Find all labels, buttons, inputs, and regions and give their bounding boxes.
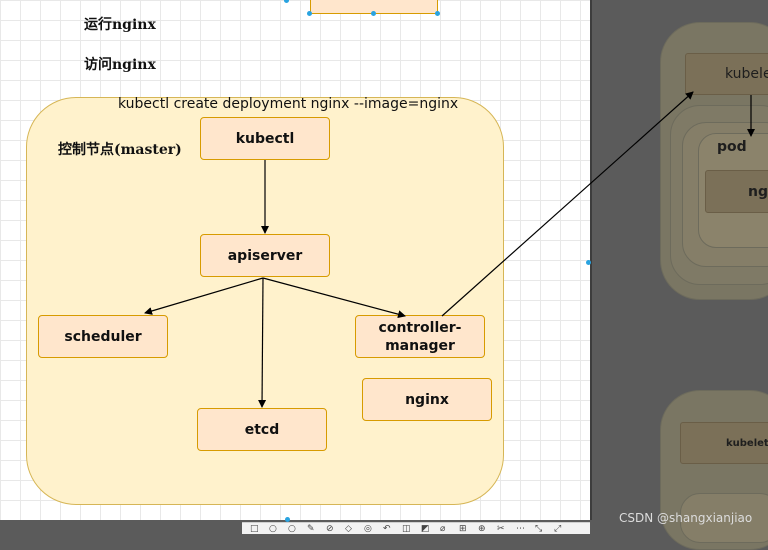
kubelet-node[interactable]: kubelet [685, 53, 768, 95]
kubectl-node-label: kubectl [235, 130, 295, 147]
command-text[interactable]: kubectl create deployment nginx --image=… [118, 96, 458, 112]
run-nginx-label[interactable]: 运行nginx [84, 14, 156, 34]
pod-label: pod [717, 139, 747, 155]
selection-handle[interactable] [371, 11, 376, 16]
selection-handle[interactable] [435, 11, 440, 16]
selection-handle[interactable] [307, 11, 312, 16]
diagram-toolbar: □ ○ ○ ✎ ⊘ ◇ ◎ ↶ ◫ ◩ ⌀ ⊞ ⊕ ✂ ⋯ ⤡ ⤢ [242, 522, 590, 534]
kubectl-node[interactable]: kubectl [200, 117, 330, 160]
kubelet-label-2: kubelet [726, 438, 768, 449]
diagram-canvas[interactable]: 运行nginx 访问nginx kubectl create deploymen… [0, 0, 592, 522]
visit-nginx-label[interactable]: 访问nginx [84, 54, 156, 74]
controller-manager-label-line2: manager [385, 337, 455, 354]
watermark: CSDN @shangxianjiao [619, 511, 753, 525]
controller-manager-node[interactable]: controller- manager [355, 315, 485, 358]
nginx-container-node[interactable]: ng [705, 170, 768, 213]
nginx-node-label: nginx [405, 391, 449, 408]
kubelet-node-2[interactable]: kubelet [680, 422, 768, 464]
apiserver-node-label: apiserver [227, 247, 303, 264]
controller-manager-label-line1: controller- [378, 319, 462, 336]
kubelet-label: kubelet [725, 66, 768, 82]
master-label[interactable]: 控制节点(master) [58, 139, 182, 159]
selection-handle[interactable] [284, 0, 289, 3]
scheduler-node-label: scheduler [64, 328, 142, 345]
nginx-node[interactable]: nginx [362, 378, 492, 421]
selection-handle[interactable] [586, 260, 591, 265]
etcd-node-label: etcd [244, 421, 280, 438]
scheduler-node[interactable]: scheduler [38, 315, 168, 358]
apiserver-node[interactable]: apiserver [200, 234, 330, 277]
ng-label: ng [748, 184, 768, 200]
etcd-node[interactable]: etcd [197, 408, 327, 451]
